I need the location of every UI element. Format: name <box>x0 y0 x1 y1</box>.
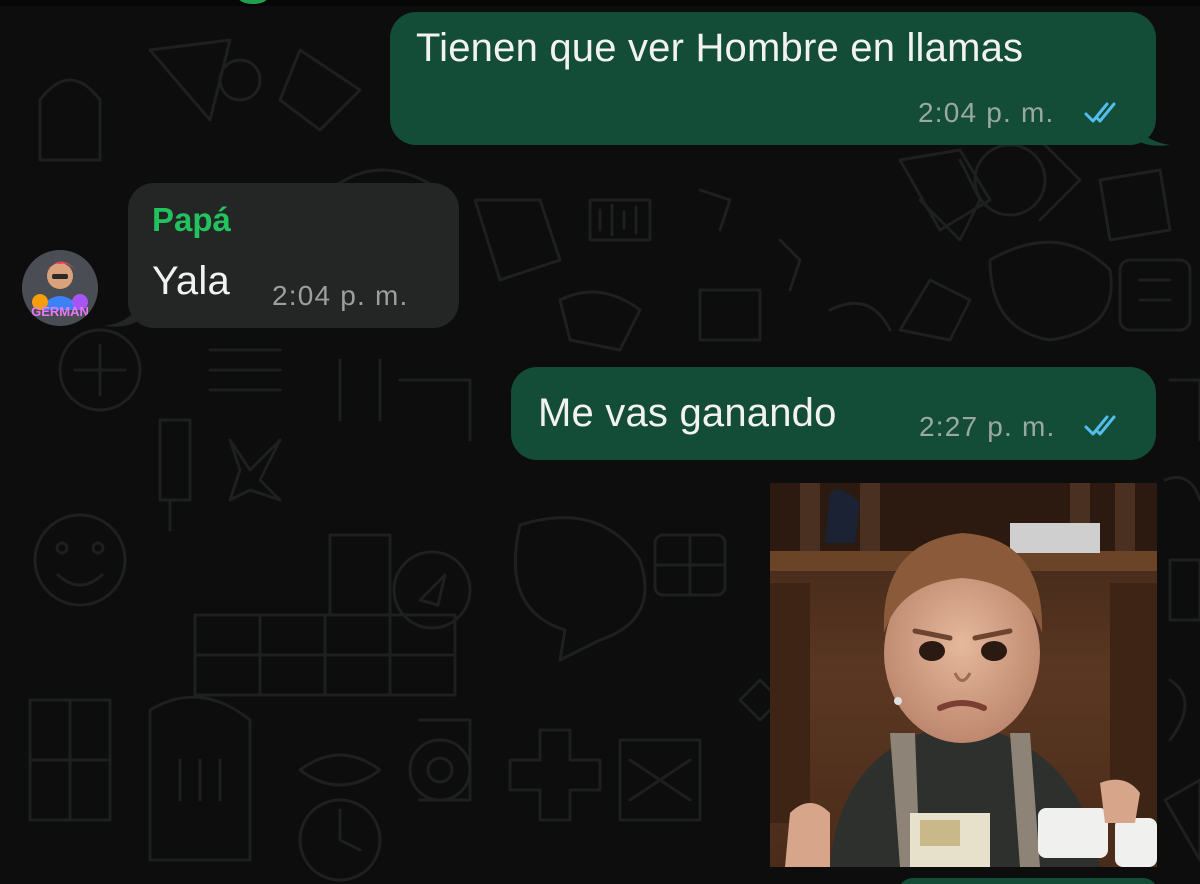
sender-name[interactable]: Papá <box>152 201 231 239</box>
avatar-text: GERMAN <box>31 304 89 319</box>
double-check-icon <box>1084 102 1116 123</box>
message-bubble-outgoing[interactable]: Me vas ganando 2:27 p. m. <box>511 367 1156 460</box>
message-bubble-incoming[interactable]: Papá Yala 2:04 p. m. <box>104 183 459 328</box>
message-time: 2:04 p. m. <box>918 97 1055 128</box>
message-image[interactable] <box>770 483 1157 867</box>
bubble-tail <box>1132 112 1170 146</box>
message-text: Yala <box>152 259 230 303</box>
message-text: Me vas ganando <box>538 391 837 435</box>
top-edge <box>0 0 1200 6</box>
message-bubble-outgoing-partial[interactable] <box>898 878 1158 884</box>
avatar[interactable]: GERMAN <box>22 250 98 326</box>
double-check-icon <box>1084 415 1116 436</box>
message-time: 2:27 p. m. <box>919 411 1056 442</box>
chat-window: Tienen que ver Hombre en llamas 2:04 p. … <box>0 0 1200 884</box>
bubble-tail <box>104 293 142 327</box>
message-text: Tienen que ver Hombre en llamas <box>416 26 1024 70</box>
message-time: 2:04 p. m. <box>272 280 409 311</box>
message-bubble-outgoing[interactable]: Tienen que ver Hombre en llamas 2:04 p. … <box>390 12 1170 146</box>
toddler-photo <box>770 483 1157 867</box>
avatar-icon: GERMAN <box>22 250 98 326</box>
